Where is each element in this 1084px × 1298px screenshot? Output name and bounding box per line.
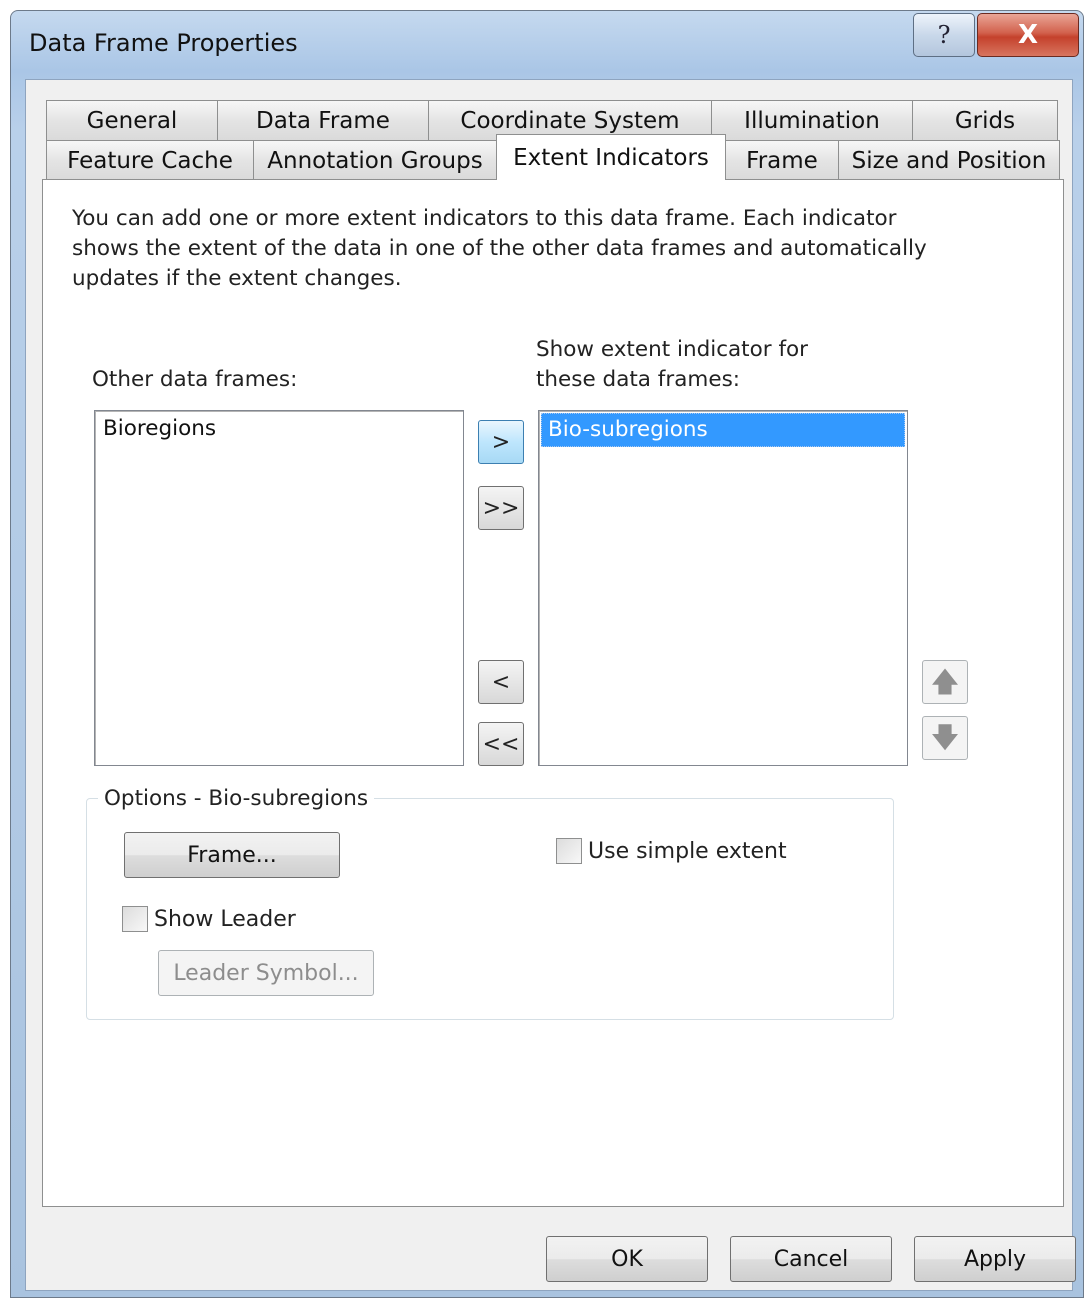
tab-extent-indicators[interactable]: Extent Indicators (496, 134, 726, 180)
show-extent-label-line: these data frames: (536, 367, 741, 392)
arrow-down-icon: 🡇 (930, 721, 960, 754)
help-button[interactable]: ? (913, 13, 975, 57)
show-leader-label: Show Leader (154, 906, 296, 932)
description-line: shows the extent of the data in one of t… (72, 236, 927, 261)
description-line: You can add one or more extent indicator… (72, 206, 897, 231)
tab-frame[interactable]: Frame (725, 140, 839, 180)
cancel-button[interactable]: Cancel (730, 1236, 892, 1282)
other-data-frames-label: Other data frames: (92, 367, 298, 392)
panel-description: You can add one or more extent indicator… (72, 204, 972, 294)
tab-general[interactable]: General (46, 100, 218, 140)
chevron-right-icon: > (491, 429, 511, 455)
options-legend: Options - Bio-subregions (98, 784, 375, 814)
double-chevron-right-icon: >> (482, 495, 520, 521)
close-button[interactable]: X (977, 13, 1079, 57)
double-chevron-left-icon: << (482, 731, 520, 757)
list-item-selected[interactable]: Bio-subregions (541, 413, 905, 447)
show-extent-label-line: Show extent indicator for (536, 337, 809, 362)
remove-all-button[interactable]: << (478, 722, 524, 766)
tab-data-frame[interactable]: Data Frame (217, 100, 429, 140)
description-line: updates if the extent changes. (72, 266, 402, 291)
dialog-client-area: General Data Frame Coordinate System Ill… (25, 79, 1076, 1291)
tab-grids[interactable]: Grids (912, 100, 1058, 140)
use-simple-extent-row[interactable]: Use simple extent (556, 838, 787, 864)
tab-illumination[interactable]: Illumination (711, 100, 913, 140)
tab-row-front: Feature Cache Annotation Groups Extent I… (46, 134, 1060, 180)
show-extent-list[interactable]: Bio-subregions (538, 410, 908, 766)
move-down-button[interactable]: 🡇 (922, 716, 968, 760)
show-leader-row[interactable]: Show Leader (122, 906, 296, 932)
show-leader-checkbox[interactable] (122, 906, 148, 932)
ok-button[interactable]: OK (546, 1236, 708, 1282)
arrow-up-icon: 🡅 (930, 665, 960, 698)
other-data-frames-list[interactable]: Bioregions (94, 410, 464, 766)
help-icon: ? (937, 21, 951, 49)
tab-annotation-groups[interactable]: Annotation Groups (253, 140, 497, 180)
move-up-button[interactable]: 🡅 (922, 660, 968, 704)
frame-button[interactable]: Frame... (124, 832, 340, 878)
leader-symbol-button[interactable]: Leader Symbol... (158, 950, 374, 996)
tab-size-and-position[interactable]: Size and Position (838, 140, 1060, 180)
use-simple-extent-checkbox[interactable] (556, 838, 582, 864)
chevron-left-icon: < (491, 669, 511, 695)
list-item[interactable]: Bioregions (97, 413, 461, 447)
title-bar[interactable]: Data Frame Properties ? X (11, 11, 1083, 79)
remove-one-button[interactable]: < (478, 660, 524, 704)
show-extent-label: Show extent indicator for these data fra… (536, 335, 808, 395)
close-icon: X (1017, 20, 1039, 50)
add-all-button[interactable]: >> (478, 486, 524, 530)
dialog-title: Data Frame Properties (29, 29, 298, 57)
use-simple-extent-label: Use simple extent (588, 838, 787, 864)
dialog-window: Data Frame Properties ? X General Data F… (10, 10, 1084, 1298)
add-one-button[interactable]: > (478, 420, 524, 464)
tab-feature-cache[interactable]: Feature Cache (46, 140, 254, 180)
apply-button[interactable]: Apply (914, 1236, 1076, 1282)
